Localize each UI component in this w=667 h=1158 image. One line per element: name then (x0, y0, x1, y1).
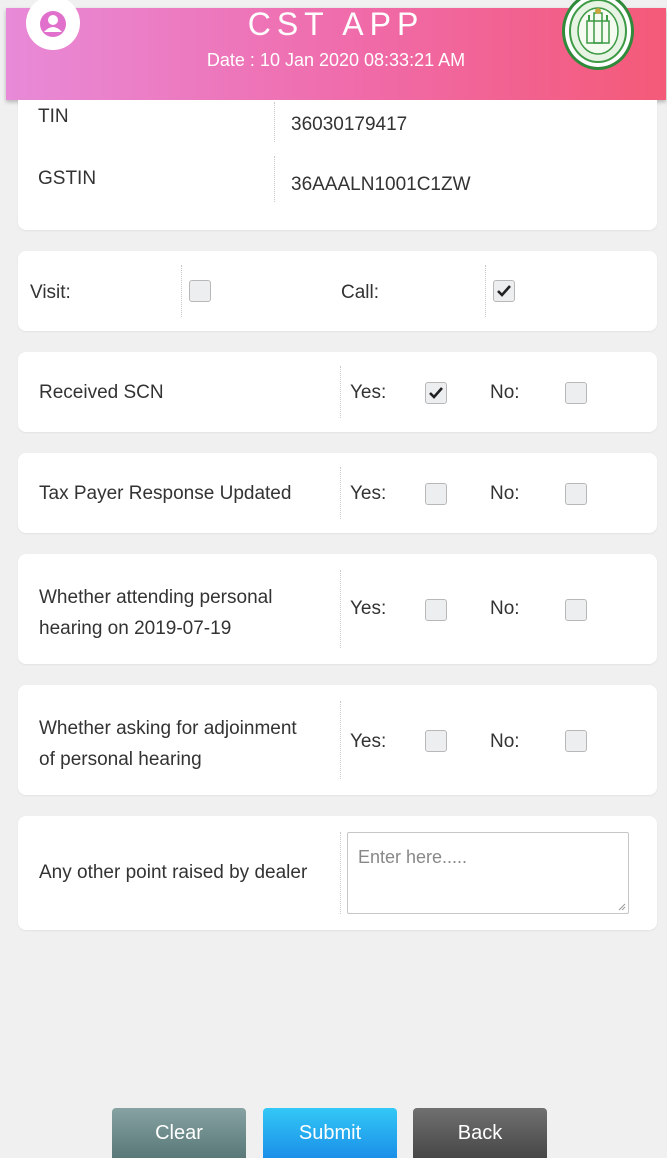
gstin-value: 36AAALN1001C1ZW (291, 174, 471, 195)
taxpayer-response-yes-checkbox[interactable] (425, 483, 447, 505)
tin-label: TIN (38, 106, 69, 127)
check-icon (429, 387, 443, 399)
other-points-placeholder: Enter here..... (358, 847, 468, 867)
resize-grip-icon[interactable] (618, 903, 626, 911)
back-button[interactable]: Back (413, 1108, 547, 1158)
taxpayer-response-card: Tax Payer Response Updated Yes: No: (18, 453, 657, 533)
other-points-textarea[interactable]: Enter here..... (347, 832, 629, 914)
divider (340, 701, 341, 779)
personal-hearing-card: Whether attending personal hearing on 20… (18, 554, 657, 664)
check-icon (497, 285, 511, 297)
divider (274, 156, 275, 202)
personal-hearing-label: Whether attending personal hearing on 20… (39, 582, 272, 644)
adjournment-card: Whether asking for adjoinment of persona… (18, 685, 657, 795)
no-label: No: (490, 598, 520, 619)
yes-label: Yes: (350, 598, 387, 619)
received-scn-card: Received SCN Yes: No: (18, 352, 657, 432)
received-scn-no-checkbox[interactable] (565, 382, 587, 404)
tin-value: 36030179417 (291, 114, 408, 135)
other-points-card: Any other point raised by dealer Enter h… (18, 816, 657, 930)
taxpayer-response-label: Tax Payer Response Updated (39, 483, 292, 504)
personal-hearing-no-checkbox[interactable] (565, 599, 587, 621)
gstin-label: GSTIN (38, 168, 97, 189)
call-checkbox[interactable] (493, 280, 515, 302)
taxpayer-response-no-checkbox[interactable] (565, 483, 587, 505)
personal-hearing-yes-checkbox[interactable] (425, 599, 447, 621)
no-label: No: (490, 483, 520, 504)
clear-button[interactable]: Clear (112, 1108, 246, 1158)
no-label: No: (490, 382, 520, 403)
yes-label: Yes: (350, 483, 387, 504)
other-points-label: Any other point raised by dealer (39, 862, 308, 883)
visit-label: Visit: (30, 282, 71, 303)
divider (274, 102, 275, 142)
emblem-icon (569, 0, 627, 63)
dealer-info-card: TIN 36030179417 GSTIN 36AAALN1001C1ZW (18, 100, 657, 230)
received-scn-yes-checkbox[interactable] (425, 382, 447, 404)
contact-mode-card: Visit: Call: (18, 251, 657, 331)
call-label: Call: (341, 282, 380, 303)
personal-hearing-label-line2: hearing on 2019-07-19 (39, 618, 232, 639)
personal-hearing-label-line1: Whether attending personal (39, 587, 273, 608)
divider (340, 467, 341, 519)
yes-label: Yes: (350, 382, 387, 403)
state-emblem-logo (562, 0, 634, 70)
yes-label: Yes: (350, 731, 387, 752)
visit-checkbox[interactable] (189, 280, 211, 302)
submit-button[interactable]: Submit (263, 1108, 397, 1158)
adjournment-label-line2: of personal hearing (39, 749, 202, 770)
received-scn-label: Received SCN (39, 382, 164, 403)
adjournment-label: Whether asking for adjoinment of persona… (39, 713, 297, 775)
divider (340, 570, 341, 648)
divider (340, 832, 341, 914)
divider (181, 265, 182, 317)
divider (485, 265, 486, 317)
no-label: No: (490, 731, 520, 752)
adjournment-label-line1: Whether asking for adjoinment (39, 718, 297, 739)
adjournment-no-checkbox[interactable] (565, 730, 587, 752)
app-header: CST APP Date : 10 Jan 2020 08:33:21 AM (6, 0, 666, 100)
adjournment-yes-checkbox[interactable] (425, 730, 447, 752)
divider (340, 366, 341, 418)
